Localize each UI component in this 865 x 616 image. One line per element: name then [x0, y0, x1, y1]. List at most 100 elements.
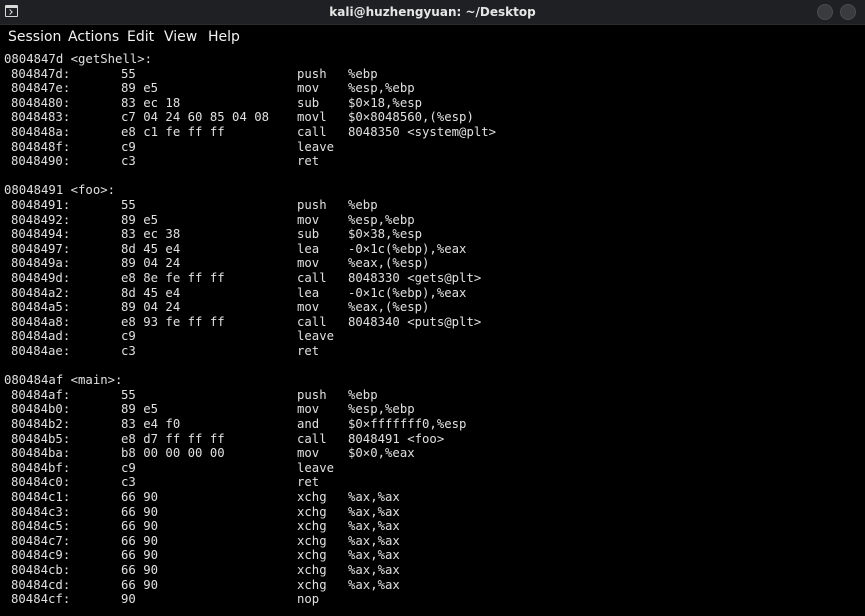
instruction-operands: %ax,%ax: [348, 533, 400, 548]
title-bar[interactable]: kali@huzhengyuan: ~/Desktop: [0, 0, 865, 25]
window-title: kali@huzhengyuan: ~/Desktop: [329, 5, 536, 19]
instruction-bytes: 83 e4 f0: [121, 417, 181, 431]
instruction-address: 80484cd:: [11, 577, 71, 592]
instruction-address: 80484a5:: [11, 300, 71, 315]
function-label: 08048491 <foo>:: [4, 183, 116, 198]
instruction-line: 80484c1: 66 90 xchg %ax,%ax: [0, 490, 865, 505]
instruction-bytes: b8 00 00 00 00: [121, 446, 225, 461]
instruction-address: 804847e:: [11, 81, 71, 96]
instruction-bytes: 66 90: [121, 519, 159, 534]
instruction-bytes: c7 04 24 60 85 04 08: [121, 110, 270, 125]
instruction-line: 80484ad: c9 leave: [0, 329, 865, 344]
instruction-line: 8048490: c3 ret: [0, 154, 865, 169]
instruction-bytes: 8d 45 e4: [121, 241, 181, 256]
instruction-line: 80484af: 55 push %ebp: [0, 388, 865, 403]
function-label: 0804847d <getShell>:: [4, 52, 153, 66]
instruction-bytes: 89 e5: [121, 81, 159, 96]
instruction-operands: %esp,%ebp: [348, 81, 415, 96]
instruction-bytes: c3: [121, 344, 136, 358]
instruction-address: 80484ba:: [11, 446, 71, 461]
instruction-line: 80484c9: 66 90 xchg %ax,%ax: [0, 548, 865, 563]
instruction-mnemonic: mov: [297, 402, 320, 417]
menu-bar: Session Actions Edit View Help: [0, 25, 865, 50]
instruction-address: 80484c3:: [11, 504, 71, 519]
instruction-bytes: 55: [121, 66, 136, 81]
minimize-button[interactable]: [817, 4, 833, 20]
function-label-line: 080484af <main>:: [0, 373, 865, 388]
instruction-mnemonic: mov: [297, 446, 320, 461]
instruction-bytes: 55: [121, 387, 136, 402]
instruction-address: 804847d:: [11, 66, 71, 81]
instruction-address: 80484c9:: [11, 548, 71, 563]
instruction-address: 804849d:: [11, 271, 71, 285]
instruction-line: 80484c7: 66 90 xchg %ax,%ax: [0, 534, 865, 549]
instruction-line: 80484b5: e8 d7 ff ff ff call 8048491 <foo>: [0, 432, 865, 447]
instruction-mnemonic: mov: [297, 300, 320, 315]
instruction-address: 8048480:: [11, 95, 71, 110]
instruction-line: 804848a: e8 c1 fe ff ff call 8048350 <syste…: [0, 125, 865, 140]
instruction-address: 80484af:: [11, 387, 71, 402]
instruction-mnemonic: xchg: [297, 504, 327, 519]
instruction-address: 80484c0:: [11, 475, 71, 490]
instruction-mnemonic: xchg: [297, 519, 327, 534]
menu-edit[interactable]: Edit: [127, 27, 154, 48]
instruction-bytes: 66 90: [121, 504, 159, 519]
instruction-address: 80484b5:: [11, 431, 71, 446]
instruction-line: 80484bf: c9 leave: [0, 461, 865, 476]
instruction-bytes: 89 e5: [121, 402, 159, 417]
instruction-line: 80484cb: 66 90 xchg %ax,%ax: [0, 563, 865, 578]
instruction-address: 8048491:: [11, 198, 71, 212]
instruction-bytes: 66 90: [121, 548, 159, 563]
instruction-operands: %ax,%ax: [348, 563, 400, 577]
instruction-operands: 8048491 <foo>: [348, 431, 445, 446]
instruction-operands: %ax,%ax: [348, 504, 400, 519]
instruction-line: 80484c0: c3 ret: [0, 475, 865, 490]
terminal-output[interactable]: 0804847d <getShell>: 804847d: 55 push %ebp 80…: [0, 50, 865, 616]
instruction-operands: -0×1c(%ebp),%eax: [348, 241, 467, 256]
instruction-line: 804849d: e8 8e fe ff ff call 8048330 <gets@…: [0, 271, 865, 286]
instruction-mnemonic: lea: [297, 241, 320, 256]
instruction-line: 80484cf: 90 nop: [0, 592, 865, 607]
instruction-mnemonic: xchg: [297, 563, 327, 577]
maximize-button[interactable]: [840, 4, 856, 20]
instruction-operands: %ebp: [348, 198, 378, 212]
instruction-mnemonic: push: [297, 387, 327, 402]
instruction-address: 8048494:: [11, 227, 71, 242]
function-label-line: 08048491 <foo>:: [0, 183, 865, 198]
instruction-mnemonic: push: [297, 66, 327, 81]
instruction-address: 8048490:: [11, 154, 71, 169]
instruction-address: 80484b2:: [11, 417, 71, 431]
instruction-line: 80484a5: 89 04 24 mov %eax,(%esp): [0, 300, 865, 315]
instruction-mnemonic: nop: [297, 592, 320, 607]
instruction-bytes: 66 90: [121, 533, 159, 548]
instruction-address: 80484b0:: [11, 402, 71, 417]
instruction-mnemonic: xchg: [297, 577, 327, 592]
instruction-line: 80484b2: 83 e4 f0 and $0×fffffff0,%esp: [0, 417, 865, 432]
instruction-operands: %eax,(%esp): [348, 256, 430, 271]
instruction-address: 8048483:: [11, 110, 71, 125]
instruction-line: 80484b0: 89 e5 mov %esp,%ebp: [0, 402, 865, 417]
instruction-address: 80484c7:: [11, 533, 71, 548]
instruction-line: 8048492: 89 e5 mov %esp,%ebp: [0, 213, 865, 228]
instruction-bytes: 66 90: [121, 563, 159, 577]
menu-actions[interactable]: Actions: [68, 27, 119, 48]
instruction-bytes: 83 ec 18: [121, 95, 181, 110]
instruction-address: 80484ad:: [11, 329, 71, 344]
menu-view[interactable]: View: [164, 27, 197, 48]
instruction-bytes: 66 90: [121, 577, 159, 592]
instruction-mnemonic: sub: [297, 95, 320, 110]
menu-session[interactable]: Session: [8, 27, 61, 48]
instruction-line: 804847e: 89 e5 mov %esp,%ebp: [0, 81, 865, 96]
instruction-operands: 8048350 <system@plt>: [348, 125, 497, 139]
instruction-address: 80484cb:: [11, 563, 71, 577]
instruction-bytes: 89 04 24: [121, 300, 181, 315]
instruction-mnemonic: movl: [297, 110, 327, 125]
instruction-mnemonic: ret: [297, 344, 320, 358]
instruction-address: 80484cf:: [11, 592, 71, 607]
instruction-address: 80484a2:: [11, 285, 71, 300]
menu-help[interactable]: Help: [208, 27, 240, 48]
instruction-bytes: e8 8e fe ff ff: [121, 271, 225, 285]
instruction-mnemonic: mov: [297, 256, 320, 271]
instruction-bytes: 89 04 24: [121, 256, 181, 271]
instruction-line: 80484c3: 66 90 xchg %ax,%ax: [0, 505, 865, 520]
